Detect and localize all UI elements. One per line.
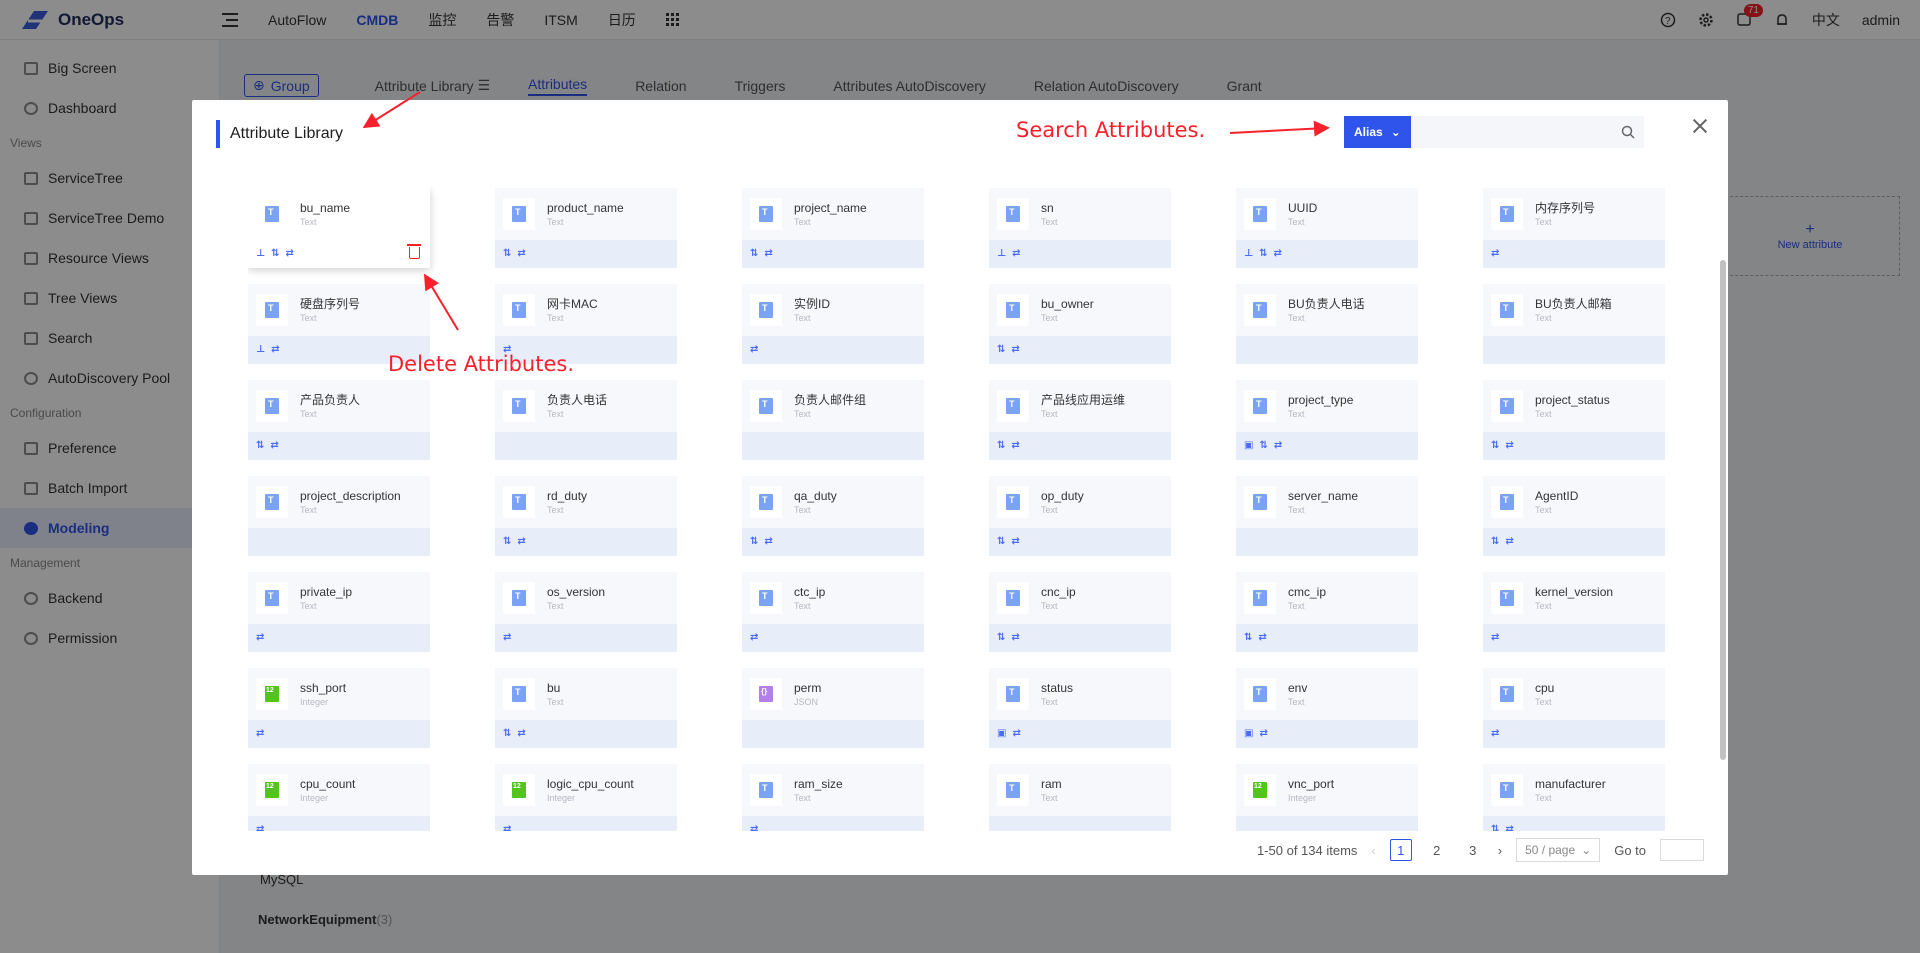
- arrow-to-library: [362, 91, 421, 129]
- arrow-to-search: [1229, 120, 1330, 137]
- arrow-to-delete: [423, 273, 459, 331]
- annotation-arrows: [362, 91, 1330, 331]
